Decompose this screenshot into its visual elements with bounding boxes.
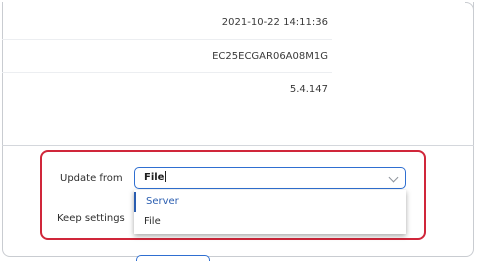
version-value: 5.4.147 [289,84,328,95]
keep-settings-label: Keep settings [57,213,125,224]
datetime-value: 2021-10-22 14:11:36 [221,17,328,28]
action-button[interactable] [136,255,210,261]
version-row: 5.4.147 [2,73,332,109]
dropdown-option-server[interactable]: Server [134,192,406,212]
device-settings-page: 2021-10-22 14:11:36 EC25ECGAR06A08M1G 5.… [0,0,480,261]
chevron-down-icon [388,172,399,183]
serial-row: EC25ECGAR06A08M1G [2,40,332,73]
datetime-row: 2021-10-22 14:11:36 [2,8,332,40]
dropdown-option-file[interactable]: File [134,212,406,232]
update-from-dropdown: Server File [134,190,406,234]
update-from-value: File [144,172,165,183]
update-from-label: Update from [60,173,123,184]
text-caret [165,170,167,182]
serial-value: EC25ECGAR06A08M1G [212,51,328,62]
update-from-select[interactable]: File [134,167,406,189]
section-divider [2,145,474,146]
